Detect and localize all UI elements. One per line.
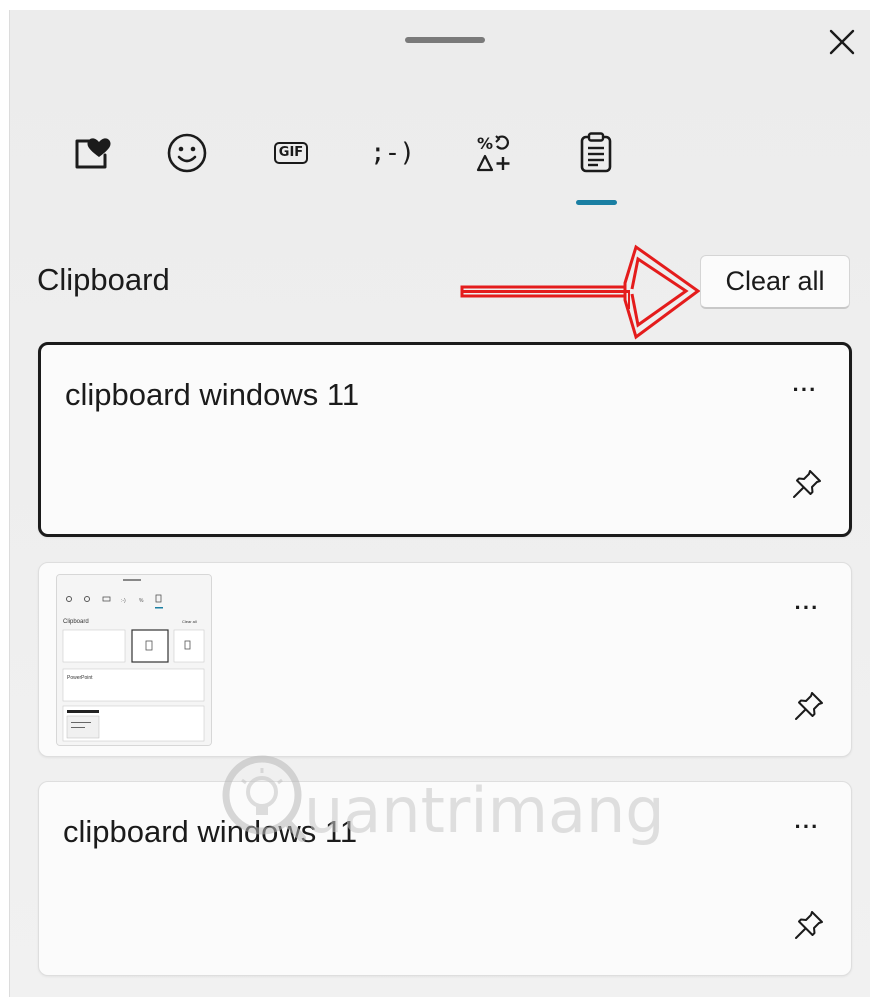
more-options-button[interactable]: ··· (787, 593, 827, 623)
pin-icon (795, 911, 823, 939)
clear-all-button[interactable]: Clear all (700, 255, 850, 309)
selected-tab-indicator (576, 200, 617, 205)
heart-note-icon (75, 138, 111, 169)
thumbnail-text: PowerPoint (67, 675, 93, 681)
clipboard-item-text: clipboard windows 11 (65, 377, 360, 412)
smiley-icon (167, 133, 207, 173)
pin-button[interactable] (789, 905, 829, 945)
clipboard-icon (580, 132, 612, 173)
more-options-button[interactable]: ··· (785, 375, 825, 405)
thumbnail-text: Clipboard (63, 619, 89, 625)
section-title: Clipboard (37, 262, 170, 297)
pin-icon (793, 470, 821, 498)
clipboard-item[interactable]: :-) % Clipboard Clear all PowerPoint ··· (38, 562, 852, 757)
close-icon (829, 29, 855, 55)
tab-emoji[interactable] (157, 118, 217, 188)
pin-button[interactable] (787, 464, 827, 504)
tab-gif[interactable]: GIF (261, 118, 321, 188)
thumbnail-text: Clear all (182, 619, 197, 624)
more-options-button[interactable]: ··· (787, 812, 827, 842)
svg-text:%: % (139, 598, 144, 604)
clipboard-image-thumbnail: :-) % Clipboard Clear all PowerPoint (56, 574, 212, 746)
panel-tabs: GIF ;-) % (10, 118, 870, 208)
close-button[interactable] (824, 24, 860, 60)
tab-favorites[interactable] (61, 118, 121, 188)
annotation-arrow (460, 244, 701, 340)
clipboard-panel: GIF ;-) % Clipboard Clear all clipboard … (9, 10, 870, 997)
tab-kaomoji[interactable]: ;-) (362, 118, 422, 188)
tab-symbols[interactable]: % (464, 118, 524, 188)
gif-icon: GIF (273, 142, 309, 164)
pin-button[interactable] (789, 686, 829, 726)
tab-clipboard[interactable] (566, 118, 626, 188)
thumbnail-preview: :-) % Clipboard Clear all PowerPoint (57, 575, 211, 745)
symbols-icon: % (476, 134, 510, 172)
clipboard-item-text: clipboard windows 11 (63, 814, 358, 849)
drag-handle[interactable] (405, 37, 485, 43)
kaomoji-icon: ;-) (370, 138, 415, 168)
clipboard-item[interactable]: clipboard windows 11 ··· (38, 781, 852, 976)
svg-text::-): :-) (121, 598, 126, 604)
pin-icon (795, 692, 823, 720)
clipboard-item[interactable]: clipboard windows 11 ··· (38, 342, 852, 537)
svg-text:%: % (477, 134, 493, 153)
